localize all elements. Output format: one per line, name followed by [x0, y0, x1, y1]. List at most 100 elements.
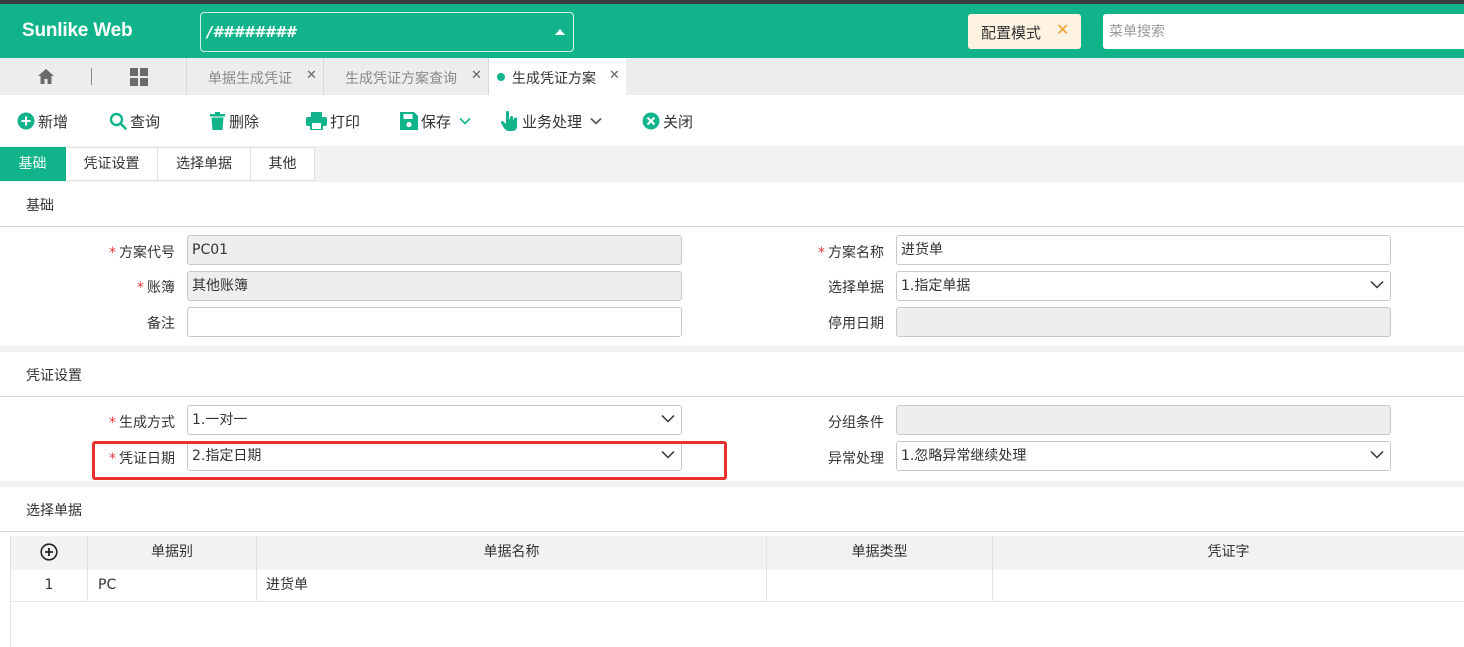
close-icon[interactable]: ✕ — [1056, 20, 1069, 39]
tab-doc-to-voucher[interactable]: 单据生成凭证 ✕ — [186, 58, 323, 95]
disable-date-field[interactable] — [896, 307, 1391, 337]
delete-label: 删除 — [229, 112, 260, 131]
account-value: /######## — [207, 23, 296, 41]
close-icon[interactable]: ✕ — [471, 68, 482, 83]
remark-field[interactable] — [187, 307, 682, 337]
gen-method-value: 1.一对一 — [192, 412, 248, 428]
required-mark: * — [818, 245, 825, 261]
query-label: 查询 — [130, 112, 161, 131]
divider — [0, 531, 1464, 532]
close-label: 关闭 — [663, 112, 694, 131]
grid-icon — [130, 67, 148, 86]
close-button[interactable]: 关闭 — [642, 111, 693, 131]
chevron-down-icon — [1370, 280, 1384, 289]
required-mark: * — [109, 415, 116, 431]
tab-gen-voucher-scheme[interactable]: 生成凭证方案 ✕ — [488, 58, 626, 95]
select-doc-label: 选择单据 — [828, 280, 884, 296]
column-header[interactable]: 单据别 — [88, 536, 257, 570]
docs-section-title: 选择单据 — [26, 503, 82, 519]
table-cell[interactable] — [767, 570, 993, 602]
ledger-label: * 账簿 — [137, 280, 175, 296]
new-label: 新增 — [38, 112, 69, 131]
row-number: 1 — [11, 570, 88, 602]
exception-label: 异常处理 — [828, 451, 884, 467]
table-cell[interactable] — [993, 570, 1464, 602]
config-mode-badge[interactable]: 配置模式 ✕ — [968, 14, 1081, 49]
page-tab-bar: 单据生成凭证 ✕ 生成凭证方案查询 ✕ 生成凭证方案 ✕ — [0, 58, 1464, 95]
scheme-name-label: * 方案名称 — [818, 245, 884, 261]
scheme-name-field[interactable]: 进货单 — [896, 235, 1391, 265]
app-grid-tab[interactable] — [92, 58, 186, 95]
tab-other[interactable]: 其他 — [251, 147, 315, 181]
required-mark: * — [137, 280, 144, 296]
save-label: 保存 — [421, 112, 452, 131]
plus-circle-icon[interactable] — [40, 543, 58, 561]
delete-button[interactable]: 删除 — [209, 111, 259, 131]
ledger-field[interactable]: 其他账簿 — [187, 271, 682, 301]
business-process-button[interactable]: 业务处理 — [501, 111, 605, 131]
docs-table: 单据别 单据名称 单据类型 凭证字 1 PC 进货单 — [10, 536, 1464, 647]
home-tab[interactable] — [0, 58, 92, 95]
required-mark: * — [109, 245, 116, 261]
search-icon — [109, 112, 127, 130]
home-icon — [38, 69, 54, 84]
close-icon[interactable]: ✕ — [306, 68, 317, 83]
config-mode-label: 配置模式 — [981, 24, 1042, 42]
active-dot-icon — [497, 73, 505, 81]
exception-dropdown[interactable]: 1.忽略异常继续处理 — [896, 441, 1391, 471]
query-button[interactable]: 查询 — [109, 111, 160, 131]
plus-circle-icon — [17, 112, 35, 130]
group-cond-field[interactable] — [896, 405, 1391, 435]
menu-search-input[interactable] — [1103, 14, 1464, 49]
print-label: 打印 — [330, 112, 361, 131]
group-cond-label: 分组条件 — [828, 415, 884, 431]
gen-method-dropdown[interactable]: 1.一对一 — [187, 405, 682, 435]
save-button[interactable]: 保存 — [400, 111, 474, 131]
select-doc-value: 1.指定单据 — [901, 278, 971, 294]
table-cell[interactable]: 进货单 — [257, 570, 767, 602]
toolbar: 新增 查询 删除 打印 保存 业务处理 关闭 — [0, 95, 1464, 146]
divider — [0, 396, 1464, 397]
gen-method-label: * 生成方式 — [109, 415, 175, 431]
exception-value: 1.忽略异常继续处理 — [901, 448, 1027, 464]
close-icon[interactable]: ✕ — [609, 68, 620, 83]
scheme-code-label: * 方案代号 — [109, 245, 175, 261]
save-icon — [400, 112, 418, 130]
disable-date-label: 停用日期 — [828, 316, 884, 332]
basic-section-title: 基础 — [26, 198, 54, 214]
chevron-down-icon[interactable] — [459, 117, 471, 125]
tab-scheme-query[interactable]: 生成凭证方案查询 ✕ — [323, 58, 488, 95]
tab-select-docs[interactable]: 选择单据 — [158, 147, 251, 181]
tab-label: 单据生成凭证 — [208, 71, 292, 87]
select-doc-dropdown[interactable]: 1.指定单据 — [896, 271, 1391, 301]
tab-basic[interactable]: 基础 — [0, 147, 66, 181]
close-circle-icon — [642, 112, 660, 130]
app-header: Sunlike Web /######## 配置模式 ✕ — [0, 4, 1464, 58]
table-cell[interactable]: PC — [88, 570, 257, 602]
column-header[interactable]: 单据类型 — [767, 536, 993, 570]
section-tabs: 基础 凭证设置 选择单据 其他 — [0, 146, 1464, 182]
chevron-down-icon[interactable] — [590, 117, 602, 125]
business-process-label: 业务处理 — [522, 112, 583, 131]
tab-label: 生成凭证方案查询 — [345, 71, 457, 87]
tab-voucher-settings[interactable]: 凭证设置 — [66, 147, 158, 181]
chevron-down-icon — [1370, 450, 1384, 459]
basic-panel: 基础 * 方案代号 PC01 * 方案名称 进货单 * 账簿 其他账簿 选择单据 1.… — [0, 182, 1464, 346]
chevron-down-icon — [661, 414, 675, 423]
new-button[interactable]: 新增 — [17, 111, 68, 131]
account-selector[interactable]: /######## — [200, 12, 574, 52]
highlight-box — [92, 441, 727, 480]
hand-pointer-icon — [501, 111, 517, 131]
add-row-header[interactable] — [11, 536, 88, 570]
print-button[interactable]: 打印 — [306, 111, 360, 131]
column-header[interactable]: 单据名称 — [257, 536, 767, 570]
printer-icon — [306, 112, 327, 130]
column-header[interactable]: 凭证字 — [993, 536, 1464, 570]
trash-icon — [210, 112, 225, 130]
tab-label: 生成凭证方案 — [512, 71, 596, 87]
scheme-code-field[interactable]: PC01 — [187, 235, 682, 265]
menu-search[interactable] — [1103, 14, 1464, 49]
divider — [0, 226, 1464, 227]
caret-up-icon — [555, 29, 565, 35]
remark-label: 备注 — [147, 316, 175, 332]
